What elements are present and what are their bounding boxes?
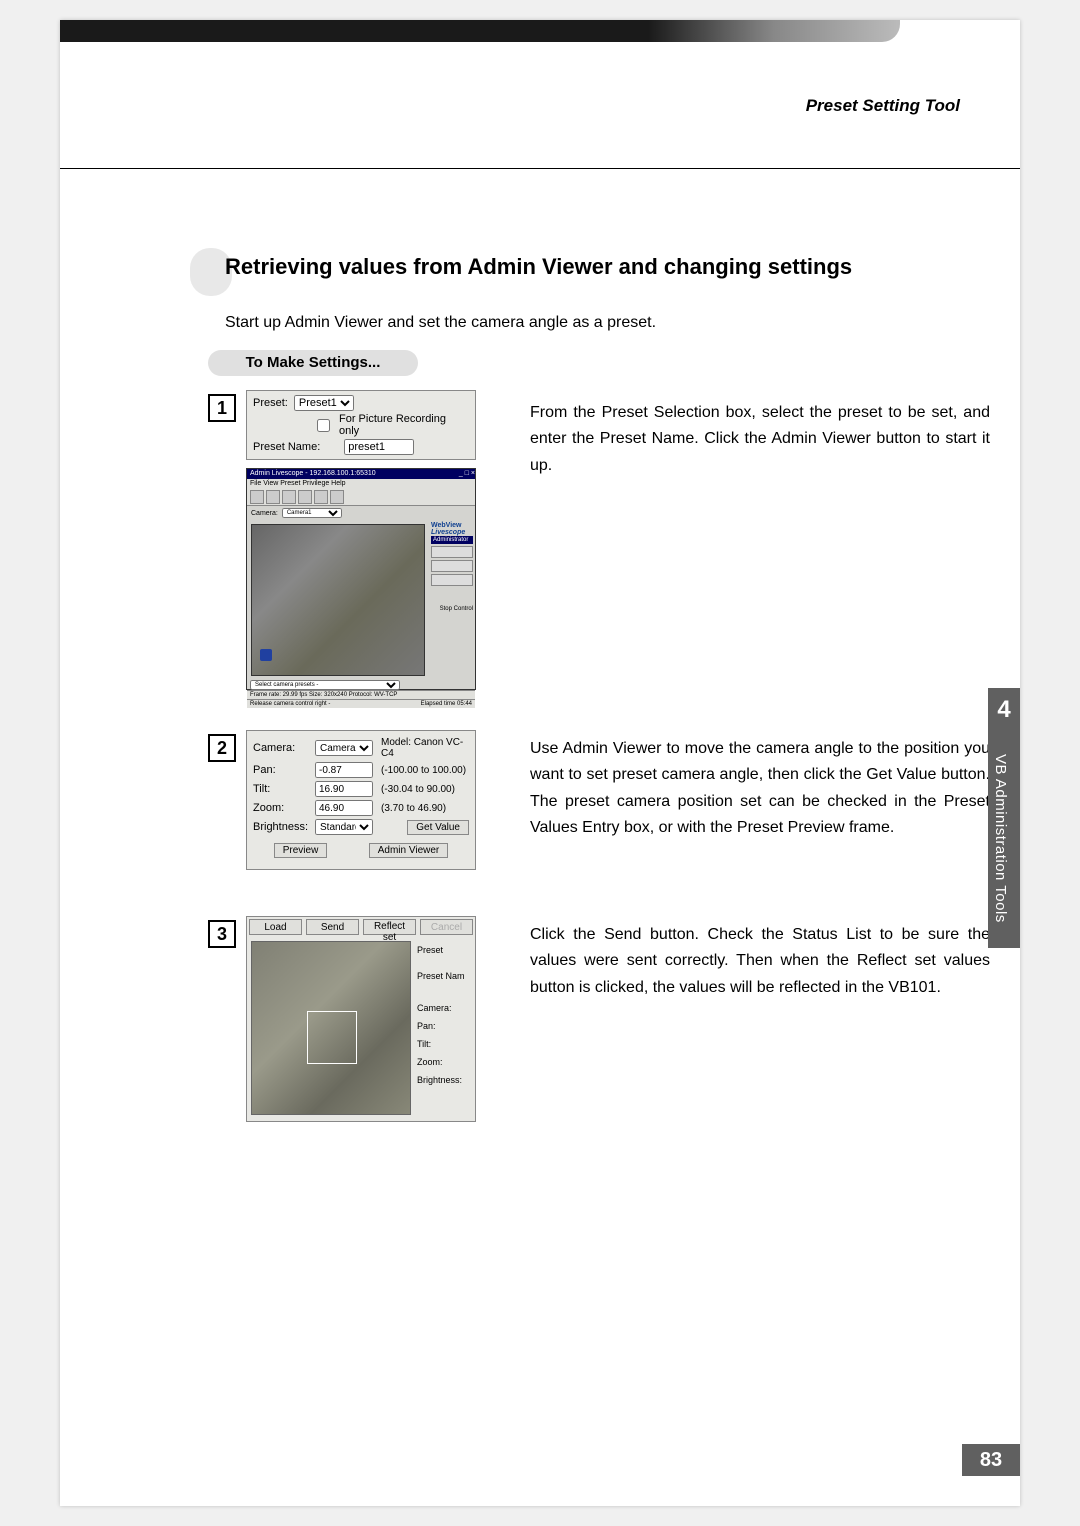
section-heading: Retrieving values from Admin Viewer and … [225, 254, 852, 280]
zoom-label: Zoom: [253, 802, 311, 814]
chapter-number: 4 [988, 696, 1020, 724]
page: Preset Setting Tool Retrieving values fr… [60, 20, 1020, 1506]
administrator-badge: Administrator [431, 536, 473, 544]
tilt-label: Tilt: [253, 783, 311, 795]
label-zoom: Zoom: [417, 1053, 473, 1071]
toolbar-button[interactable] [266, 490, 280, 504]
viewer-title-text: Admin Livescope - 192.168.100.1:65310 [250, 469, 376, 479]
brightness-label: Brightness: [253, 821, 311, 833]
zoom-range: (3.70 to 46.90) [381, 803, 469, 814]
model-label: Model: [381, 737, 411, 748]
label-preset-name: Preset Nam [417, 967, 473, 985]
label-preset: Preset [417, 941, 473, 959]
header-title: Preset Setting Tool [806, 96, 960, 116]
preset-dropdown[interactable]: Select camera presets - [250, 680, 400, 690]
viewer-camera-select[interactable]: Camera1 [282, 508, 342, 518]
livescope-label: Livescope [431, 529, 473, 536]
label-tilt: Tilt: [417, 1035, 473, 1053]
tilt-input[interactable] [315, 781, 373, 797]
preset-select[interactable]: Preset1 [294, 395, 354, 411]
side-control[interactable] [431, 574, 473, 586]
viewer-side-panel: WebView Livescope Administrator Stop Con… [429, 520, 475, 680]
header-rule [60, 168, 1020, 169]
stop-control-button[interactable]: Stop Control [431, 606, 473, 612]
step-3-description: Click the Send button. Check the Status … [530, 922, 990, 1001]
side-control[interactable] [431, 560, 473, 572]
toolbar-button[interactable] [298, 490, 312, 504]
selection-box[interactable] [307, 1011, 356, 1065]
elapsed-time: Elapsed time 05:44 [421, 701, 472, 707]
cancel-button: Cancel [420, 919, 473, 935]
for-picture-label: For Picture Recording only [339, 413, 469, 437]
load-button[interactable]: Load [249, 919, 302, 935]
side-control[interactable] [431, 546, 473, 558]
camera-select[interactable]: Camera1 [315, 740, 373, 756]
preview-labels: Preset Preset Nam Camera: Pan: Tilt: Zoo… [415, 937, 475, 1119]
get-value-button[interactable]: Get Value [407, 820, 469, 835]
toolbar-button[interactable] [314, 490, 328, 504]
preset-panel: Preset: Preset1 For Picture Recording on… [246, 390, 476, 460]
webview-label: WebView [431, 522, 473, 529]
preset-name-label: Preset Name: [253, 441, 320, 453]
page-number: 83 [962, 1444, 1020, 1476]
admin-viewer-window: Admin Livescope - 192.168.100.1:65310 _ … [246, 468, 476, 690]
intro-text: Start up Admin Viewer and set the camera… [225, 314, 656, 332]
camera-values-panel: Camera: Camera1 Model: Canon VC-C4 Pan: … [246, 730, 476, 870]
label-camera: Camera: [417, 999, 473, 1017]
pan-range: (-100.00 to 100.00) [381, 765, 469, 776]
step-2-description: Use Admin Viewer to move the camera angl… [530, 736, 990, 842]
pan-label: Pan: [253, 764, 311, 776]
chapter-title: VB Administration Tools [992, 754, 1009, 923]
zoom-input[interactable] [315, 800, 373, 816]
toolbar-button[interactable] [330, 490, 344, 504]
viewer-status-1: Frame rate: 29.99 fps Size: 320x240 Prot… [247, 690, 475, 699]
header-bar [60, 20, 900, 42]
viewer-titlebar: Admin Livescope - 192.168.100.1:65310 _ … [247, 469, 475, 479]
send-panel: Load Send Reflect set values Cancel Pres… [246, 916, 476, 1122]
tilt-range: (-30.04 to 90.00) [381, 784, 469, 795]
viewer-camera-label: Camera: [251, 510, 278, 517]
viewer-toolbar [247, 489, 475, 506]
camera-label: Camera: [253, 742, 311, 754]
viewer-menubar[interactable]: File View Preset Privilege Help [247, 479, 475, 489]
make-settings-pill: To Make Settings... [208, 350, 418, 376]
preset-label: Preset: [253, 397, 288, 409]
for-picture-checkbox[interactable] [317, 419, 330, 432]
step-2-number: 2 [208, 734, 236, 762]
step-1-description: From the Preset Selection box, select th… [530, 400, 990, 479]
step-3-number: 3 [208, 920, 236, 948]
viewer-live-image[interactable] [251, 524, 425, 676]
preview-button[interactable]: Preview [274, 843, 328, 858]
toolbar-button[interactable] [282, 490, 296, 504]
brightness-select[interactable]: Standard [315, 819, 373, 835]
pan-input[interactable] [315, 762, 373, 778]
admin-viewer-button[interactable]: Admin Viewer [369, 843, 449, 858]
preview-image[interactable] [251, 941, 411, 1115]
viewer-status-2: Release camera control right - Elapsed t… [247, 699, 475, 708]
window-controls[interactable]: _ □ × [459, 469, 475, 479]
label-pan: Pan: [417, 1017, 473, 1035]
chapter-tab: 4 VB Administration Tools [988, 688, 1020, 948]
reflect-button[interactable]: Reflect set values [363, 919, 416, 935]
step-1-number: 1 [208, 394, 236, 422]
toolbar-button[interactable] [250, 490, 264, 504]
preset-name-input[interactable] [344, 439, 414, 455]
send-button[interactable]: Send [306, 919, 359, 935]
release-right-text: Release camera control right - [250, 701, 330, 707]
label-brightness: Brightness: [417, 1071, 473, 1089]
